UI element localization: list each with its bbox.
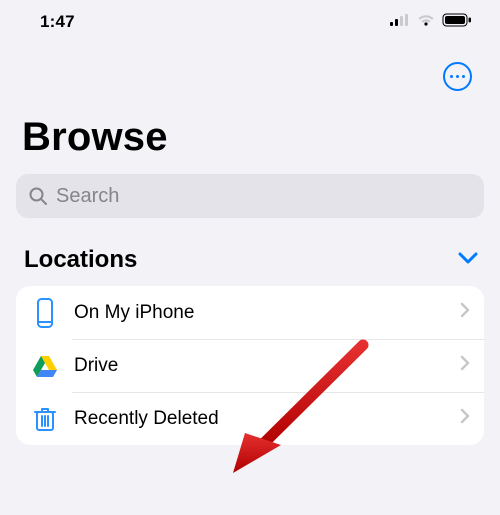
location-recently-deleted[interactable]: Recently Deleted bbox=[16, 392, 484, 445]
status-time: 1:47 bbox=[40, 12, 75, 32]
location-label: Drive bbox=[74, 355, 446, 377]
trash-icon bbox=[30, 404, 60, 434]
chevron-right-icon bbox=[460, 302, 470, 323]
location-on-my-iphone[interactable]: On My iPhone bbox=[16, 286, 484, 339]
location-label: On My iPhone bbox=[74, 302, 446, 324]
iphone-icon bbox=[30, 298, 60, 328]
more-button[interactable] bbox=[443, 62, 472, 91]
status-bar: 1:47 bbox=[0, 0, 500, 44]
location-label: Recently Deleted bbox=[74, 408, 446, 430]
location-drive[interactable]: Drive bbox=[16, 339, 484, 392]
search-input[interactable]: Search bbox=[16, 174, 484, 218]
page-title: Browse bbox=[0, 91, 500, 174]
battery-icon bbox=[442, 13, 472, 32]
locations-list: On My iPhone Drive bbox=[16, 286, 484, 445]
wifi-icon bbox=[417, 13, 435, 31]
chevron-right-icon bbox=[460, 408, 470, 429]
status-icons bbox=[390, 13, 472, 32]
locations-header[interactable]: Locations bbox=[0, 218, 500, 286]
search-placeholder: Search bbox=[56, 185, 119, 208]
google-drive-icon bbox=[30, 351, 60, 381]
ellipsis-icon bbox=[450, 75, 466, 79]
cellular-icon bbox=[390, 13, 410, 31]
locations-title: Locations bbox=[24, 246, 137, 274]
chevron-down-icon bbox=[458, 251, 478, 270]
chevron-right-icon bbox=[460, 355, 470, 376]
search-icon bbox=[28, 186, 48, 206]
